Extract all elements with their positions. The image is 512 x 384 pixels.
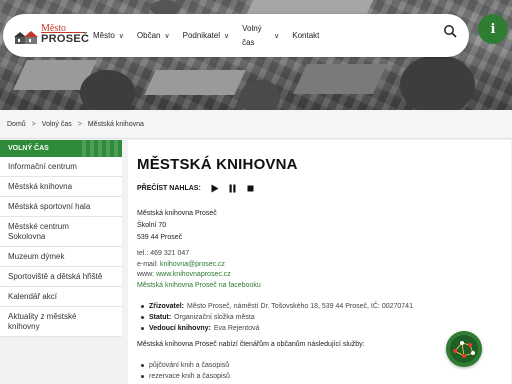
breadcrumb-home[interactable]: Domů	[7, 121, 26, 128]
facebook-link[interactable]: Městská knihovna Proseč na facebooku	[137, 282, 261, 289]
breadcrumb-separator: >	[31, 120, 36, 128]
contact-email-row: e-mail: knihovna@prosec.cz	[137, 260, 261, 271]
chevron-down-icon: ∨	[274, 32, 280, 40]
breadcrumb-separator: >	[77, 120, 82, 128]
contact-facebook-row: Městská knihovna Proseč na facebooku	[137, 281, 261, 292]
fact-label: Vedoucí knihovny:	[149, 325, 211, 332]
fact-label: Statut:	[149, 314, 172, 321]
top-navbar: Město PROSEČ Město ∨ Občan ∨ Podnikatel …	[3, 14, 469, 57]
sidebar-item-label: Městská knihovna	[8, 182, 73, 191]
search-icon[interactable]	[443, 24, 457, 38]
chevron-down-icon: ∨	[118, 32, 124, 40]
email-label: e-mail:	[137, 260, 159, 268]
sidebar-item-label: Informační centrum	[8, 162, 77, 171]
network-badge-icon[interactable]	[446, 331, 482, 367]
stop-icon[interactable]	[246, 184, 255, 193]
library-contact: tel.: 469 321 047 e-mail: knihovna@prose…	[137, 249, 261, 291]
sidebar-item-kalendar-akci[interactable]: Kalendář akcí	[0, 287, 122, 307]
sidebar-item-sportovni-hala[interactable]: Městská sportovní hala	[0, 197, 122, 217]
services-intro: Městská knihovna Proseč nabízí čtenářům …	[137, 341, 365, 348]
site-logo[interactable]: Město PROSEČ	[13, 22, 89, 48]
sidebar-item-muzeum-dymek[interactable]: Muzeum dýmek	[0, 247, 122, 267]
contact-phone-row: tel.: 469 321 047	[137, 249, 261, 260]
service-item: půjčování knih a časopisů	[137, 360, 230, 371]
sidebar-item-label: Muzeum dýmek	[8, 252, 65, 261]
main-nav: Město ∨ Občan ∨ Podnikatel ∨ Volný čas ∨…	[93, 14, 332, 57]
nav-label: Kontakt	[292, 31, 320, 40]
info-icon: i	[490, 21, 496, 37]
library-name: Městská knihovna Proseč	[137, 210, 217, 217]
library-city: 539 44 Proseč	[137, 234, 183, 241]
nav-item-volny-cas[interactable]: Volný čas ∨	[242, 22, 279, 50]
page-title: MĚSTSKÁ KNIHOVNA	[137, 156, 298, 173]
sidebar-heading-label: VOLNÝ ČAS	[8, 145, 49, 152]
sidebar-item-sokolovna[interactable]: Městské centrum Sokolovna	[0, 217, 122, 247]
service-item: rezervace knih a časopisů	[137, 371, 230, 382]
sidebar-item-sportoviste[interactable]: Sportoviště a dětská hřiště	[0, 267, 122, 287]
fact-value: Organizační složka města	[174, 314, 255, 321]
email-link[interactable]: knihovna@prosec.cz	[160, 261, 225, 268]
library-address: Městská knihovna Proseč Školní 70 539 44…	[137, 208, 217, 244]
chevron-down-icon: ∨	[164, 32, 170, 40]
phone-label: tel.:	[137, 250, 149, 257]
read-aloud-label: PŘEČÍST NAHLAS:	[137, 185, 201, 192]
sidebar-item-label: Městské centrum Sokolovna	[8, 221, 69, 241]
sidebar-item-label: Kalendář akcí	[8, 292, 57, 301]
sidebar-item-informacni-centrum[interactable]: Informační centrum	[0, 157, 122, 177]
sidebar-item-mestska-knihovna[interactable]: Městská knihovna	[0, 177, 122, 197]
chevron-down-icon: ∨	[223, 32, 230, 40]
nav-item-obcan[interactable]: Občan ∨	[137, 31, 170, 40]
info-button[interactable]: i	[478, 14, 508, 44]
breadcrumb-volny-cas[interactable]: Volný čas	[42, 121, 72, 128]
fact-item: Statut: Organizační složka města	[137, 312, 413, 323]
fact-item: Vedoucí knihovny: Eva Rejentová	[137, 323, 413, 334]
nav-label: Volný čas	[242, 23, 262, 47]
nav-item-mesto[interactable]: Město ∨	[93, 31, 124, 40]
nav-label: Město	[93, 31, 115, 40]
services-list: půjčování knih a časopisů rezervace knih…	[137, 360, 230, 382]
fact-value: Město Proseč, náměstí Dr. Tošovského 18,…	[187, 303, 413, 310]
sidebar-item-label: Aktuality z městské knihovny	[8, 311, 77, 331]
sidebar-heading-pattern	[82, 140, 122, 157]
library-street: Školní 70	[137, 222, 167, 229]
breadcrumb: Domů > Volný čas > Městská knihovna	[0, 110, 512, 139]
sidebar-item-label: Sportoviště a dětská hřiště	[8, 272, 103, 281]
phone-value: 469 321 047	[150, 250, 190, 257]
nav-item-podnikatel[interactable]: Podnikatel ∨	[183, 31, 229, 40]
house-logo-icon	[14, 31, 38, 44]
play-icon[interactable]	[210, 184, 219, 193]
www-link[interactable]: www.knihovnaprosec.cz	[156, 271, 231, 278]
nav-item-kontakt[interactable]: Kontakt	[292, 31, 319, 40]
sidebar: VOLNÝ ČAS Informační centrum Městská kni…	[0, 139, 122, 384]
fact-label: Zřizovatel:	[149, 303, 185, 310]
logo-text-bottom: PROSEČ	[41, 33, 90, 45]
read-aloud-player: PŘEČÍST NAHLAS:	[137, 184, 255, 193]
nav-label: Podnikatel	[182, 31, 220, 40]
breadcrumb-current: Městská knihovna	[87, 120, 144, 128]
fact-item: Zřizovatel: Město Proseč, náměstí Dr. To…	[137, 301, 413, 312]
www-label: www:	[137, 271, 155, 278]
sidebar-item-aktuality[interactable]: Aktuality z městské knihovny	[0, 307, 122, 337]
fact-value: Eva Rejentová	[213, 325, 260, 332]
library-facts-list: Zřizovatel: Město Proseč, náměstí Dr. To…	[137, 301, 413, 334]
pause-icon[interactable]	[228, 184, 237, 193]
sidebar-item-label: Městská sportovní hala	[8, 202, 91, 211]
sidebar-heading: VOLNÝ ČAS	[0, 140, 122, 157]
contact-www-row: www: www.knihovnaprosec.cz	[137, 270, 261, 281]
nav-label: Občan	[136, 31, 161, 40]
